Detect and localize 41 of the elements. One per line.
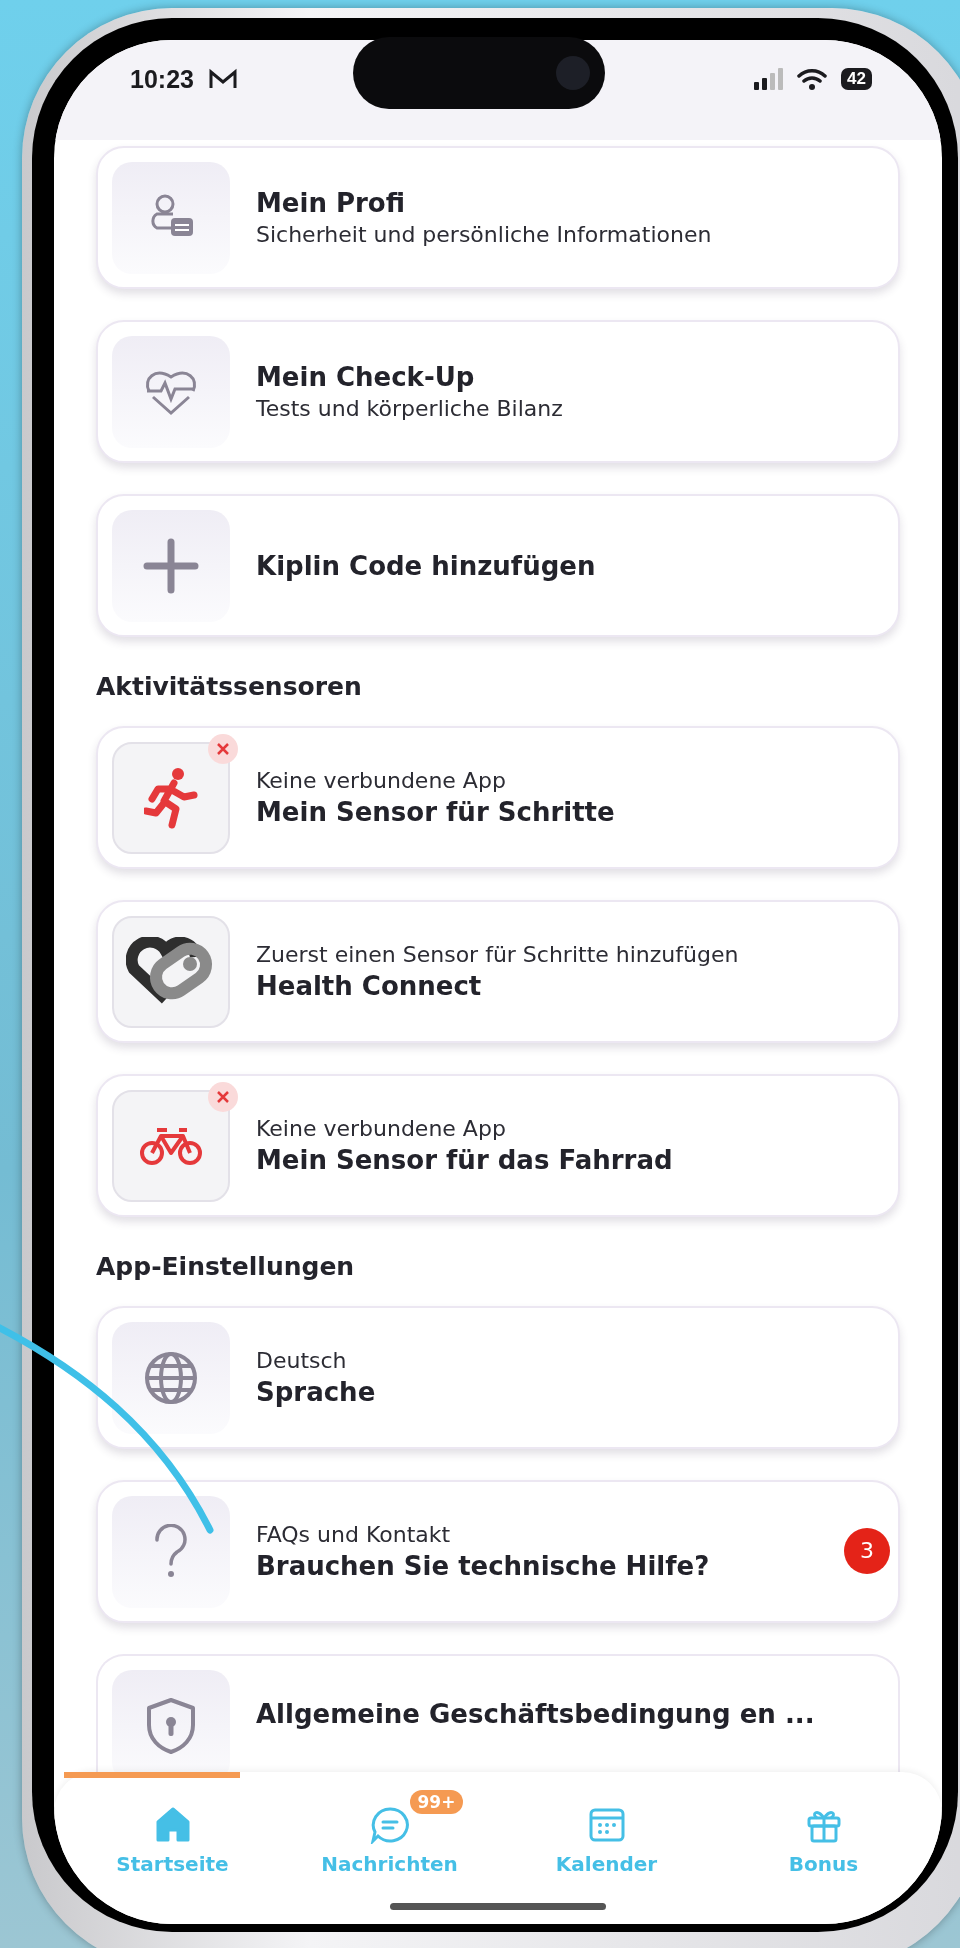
settings-card[interactable]: Zuerst einen Sensor für Schritte hinzufügen Health Connect — [96, 900, 900, 1043]
card-caption: Keine verbundene App — [256, 1116, 507, 1141]
running-person-icon — [144, 766, 198, 829]
globe-icon — [143, 1349, 199, 1406]
wifi-icon — [797, 68, 828, 90]
notification-count: 3 — [844, 1527, 890, 1574]
section-heading: Aktivitätssensoren — [96, 672, 363, 701]
shield-lock-icon — [145, 1697, 197, 1755]
card-caption: Keine verbundene App — [256, 768, 507, 793]
card-title: Mein Check-Up — [256, 362, 476, 392]
unread-count: 99+ — [409, 1790, 464, 1814]
card-caption: Deutsch — [256, 1348, 348, 1373]
status-time: 10:23 — [130, 64, 194, 94]
mail-icon — [207, 68, 238, 90]
section-heading: App-Einstellungen — [96, 1252, 356, 1281]
chat-bubble-icon — [369, 1806, 410, 1844]
settings-card[interactable]: Deutsch Sprache — [96, 1306, 900, 1449]
settings-card[interactable]: Kiplin Code hinzufügen — [96, 494, 900, 637]
calendar-icon — [587, 1806, 626, 1844]
card-title: Brauchen Sie technische Hilfe? — [256, 1551, 711, 1581]
card-title: Mein Sensor für Schritte — [256, 797, 616, 827]
card-title: Health Connect — [256, 971, 483, 1001]
card-title: Kiplin Code hinzufügen — [256, 550, 597, 581]
plus-icon — [143, 537, 199, 594]
settings-card[interactable]: Mein Profi Sicherheit und persönliche Informationen — [96, 146, 900, 289]
settings-card[interactable]: Keine verbundene App Mein Sensor für Schritte — [96, 726, 900, 869]
card-title: Sprache — [256, 1377, 377, 1407]
settings-card[interactable]: FAQs und Kontakt Brauchen Sie technische Hilfe? 3 — [96, 1480, 900, 1623]
signal-icon — [753, 68, 784, 90]
card-caption: Tests und körperliche Bilanz — [256, 396, 564, 421]
card-title: Allgemeine Geschäftsbedingung en ... — [256, 1699, 816, 1729]
battery-level: 42 — [841, 68, 872, 90]
settings-card[interactable]: Keine verbundene App Mein Sensor für das Fahrrad — [96, 1074, 900, 1217]
card-title: Mein Sensor für das Fahrrad — [256, 1145, 674, 1175]
card-caption: FAQs und Kontakt — [256, 1522, 452, 1547]
bicycle-icon — [139, 1125, 203, 1166]
settings-card[interactable]: Allgemeine Geschäftsbedingung en ... — [96, 1654, 900, 1772]
card-caption: Sicherheit und persönliche Informationen — [256, 222, 713, 247]
card-caption: Zuerst einen Sensor für Schritte hinzufügen — [256, 942, 740, 967]
card-title: Mein Profi — [256, 188, 406, 218]
settings-card[interactable]: Mein Check-Up Tests und körperliche Bilanz — [96, 320, 900, 463]
